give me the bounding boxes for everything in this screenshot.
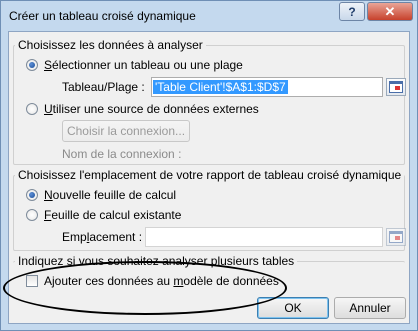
add-to-data-model-checkbox[interactable]: Ajouter ces données au modèle de données xyxy=(26,274,279,288)
label-text: tiliser une source de données externes xyxy=(52,102,259,116)
label-text: Ajouter ces données au xyxy=(44,274,174,288)
radio-select-table[interactable]: Sélectionner un tableau ou une plage xyxy=(26,58,243,72)
radio-new-worksheet-label: Nouvelle feuille de calcul xyxy=(44,188,176,202)
accel-key: N xyxy=(44,188,53,202)
radio-button-selected[interactable] xyxy=(26,189,38,201)
table-range-value: 'Table Client'!$A$1:$D$7 xyxy=(153,80,288,94)
cancel-button[interactable]: Annuler xyxy=(334,297,406,319)
add-to-data-model-label: Ajouter ces données au modèle de données xyxy=(44,274,279,288)
location-legend: Choisissez l'emplacement de votre rappor… xyxy=(15,168,405,182)
label-text: ouvelle feuille de calcul xyxy=(52,188,177,202)
collapse-dialog-icon xyxy=(389,81,403,93)
radio-external-source[interactable]: Utiliser une source de données externes xyxy=(26,102,259,116)
multi-table-legend: Indiquez si vous souhaitez analyser plus… xyxy=(15,254,298,268)
radio-external-source-label: Utiliser une source de données externes xyxy=(44,102,259,116)
help-button[interactable]: ? xyxy=(339,2,365,21)
checkbox-box[interactable] xyxy=(26,275,38,287)
collapse-dialog-icon xyxy=(389,231,403,243)
ok-button[interactable]: OK xyxy=(257,297,329,319)
title-bar[interactable]: Créer un tableau croisé dynamique ? ✕ xyxy=(1,1,417,31)
close-button[interactable]: ✕ xyxy=(367,2,413,21)
cancel-label: Annuler xyxy=(349,301,391,315)
location-label: Emplacement : xyxy=(62,230,142,244)
label-text: électionner un tableau ou une plage xyxy=(52,58,243,72)
location-input[interactable] xyxy=(145,227,383,247)
radio-button[interactable] xyxy=(26,209,38,221)
radio-select-table-label: Sélectionner un tableau ou une plage xyxy=(44,58,243,72)
dialog-window: Créer un tableau croisé dynamique ? ✕ Ch… xyxy=(0,0,418,331)
label-text: odèle de données xyxy=(183,274,279,288)
accel-key: S xyxy=(44,58,53,72)
label-text: acement : xyxy=(89,230,143,244)
choose-connection-button[interactable]: Choisir la connexion... xyxy=(62,120,190,142)
radio-existing-worksheet[interactable]: Feuille de calcul existante xyxy=(26,208,181,222)
accel-key: U xyxy=(44,102,53,116)
table-range-input[interactable]: 'Table Client'!$A$1:$D$7 xyxy=(151,77,383,97)
table-range-picker-button[interactable] xyxy=(386,78,406,96)
location-picker-button[interactable] xyxy=(386,228,406,246)
label-text: euille de calcul existante xyxy=(51,208,182,222)
label-text: Emp xyxy=(62,230,87,244)
dialog-title: Créer un tableau croisé dynamique xyxy=(9,9,196,23)
choose-connection-label: Choisir la connexion... xyxy=(66,124,186,138)
ok-label: OK xyxy=(284,301,302,315)
radio-new-worksheet[interactable]: Nouvelle feuille de calcul xyxy=(26,188,176,202)
radio-existing-worksheet-label: Feuille de calcul existante xyxy=(44,208,181,222)
radio-button[interactable] xyxy=(26,103,38,115)
help-icon: ? xyxy=(348,4,356,19)
close-icon: ✕ xyxy=(384,3,396,19)
data-source-legend: Choisissez les données à analyser xyxy=(15,38,206,52)
radio-button-selected[interactable] xyxy=(26,59,38,71)
connection-name-label: Nom de la connexion : xyxy=(62,147,182,161)
table-range-label: Tableau/Plage : xyxy=(62,80,145,94)
accel-key: m xyxy=(173,274,184,288)
dialog-body: Choisissez les données à analyser Sélect… xyxy=(8,31,410,324)
